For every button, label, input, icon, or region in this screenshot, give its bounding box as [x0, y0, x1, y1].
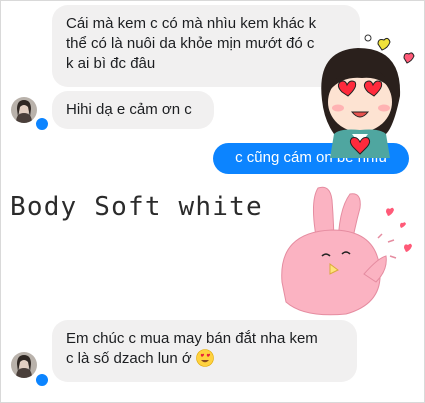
heart-eyes-emoji-icon: [196, 349, 214, 367]
girl-sticker: [321, 34, 415, 158]
message-line: Em chúc c mua may bán đắt nha kem: [66, 330, 318, 347]
sender-avatar[interactable]: [11, 352, 37, 378]
bunny-sticker: [281, 186, 412, 316]
avatar-photo: [11, 352, 37, 378]
messenger-badge-icon: [34, 116, 50, 132]
avatar-photo: [11, 97, 37, 123]
message-line: Hihi dạ e cảm ơn c: [66, 101, 192, 118]
caption-text: Body Soft white: [10, 192, 263, 222]
incoming-message-3: Em chúc c mua may bán đắt nha kem c là s…: [52, 320, 357, 382]
messenger-badge-icon: [34, 372, 50, 388]
message-line: c là số dzach lun ớ: [66, 349, 343, 369]
sender-avatar[interactable]: [11, 97, 37, 123]
incoming-message-2: Hihi dạ e cảm ơn c: [52, 91, 214, 129]
message-text: c là số dzach lun ớ: [66, 350, 192, 367]
